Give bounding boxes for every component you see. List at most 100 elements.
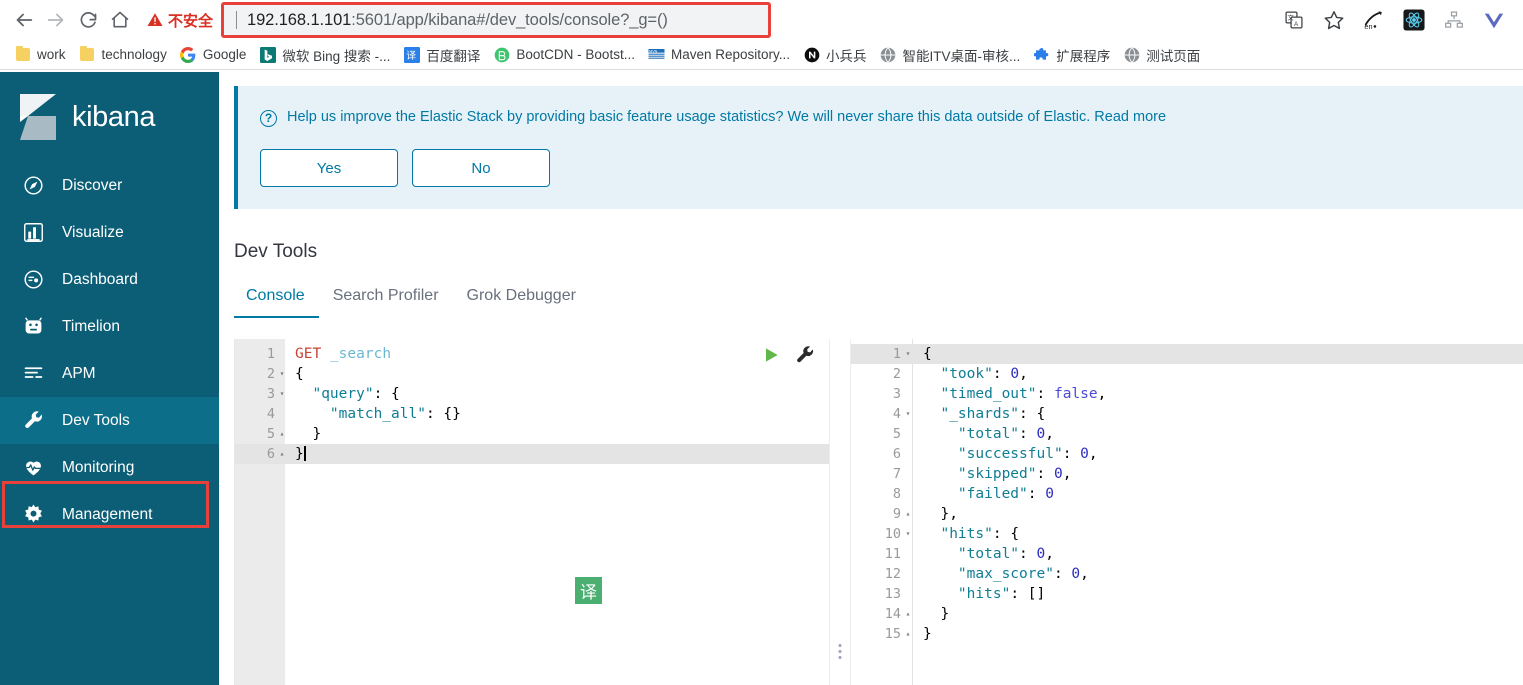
- sidebar-item-dev-tools[interactable]: Dev Tools: [0, 397, 219, 444]
- fold-marker[interactable]: ▾: [903, 524, 913, 544]
- editor-line[interactable]: 2 ▾ {: [235, 364, 829, 384]
- tab-grok-debugger[interactable]: Grok Debugger: [453, 283, 590, 318]
- response-line[interactable]: 7 "skipped": 0,: [851, 464, 1523, 484]
- read-more-link[interactable]: Read more: [1094, 109, 1166, 125]
- response-line[interactable]: 12 "max_score": 0,: [851, 564, 1523, 584]
- translate-overlay-badge[interactable]: 译: [575, 577, 602, 604]
- vue-devtools-icon[interactable]: [1481, 7, 1507, 33]
- line-text: "_shards": {: [940, 406, 1046, 422]
- bookmark-google[interactable]: Google: [176, 44, 256, 65]
- line-text: }: [295, 426, 322, 442]
- browser-toolbar-icons: 文 A en: [1281, 7, 1515, 33]
- react-devtools-icon[interactable]: [1401, 7, 1427, 33]
- back-arrow-icon[interactable]: [8, 4, 40, 36]
- sitemap-extension-icon[interactable]: [1441, 7, 1467, 33]
- bookmark-itv-desktop[interactable]: 智能ITV桌面-审核...: [876, 43, 1030, 67]
- bookmark-bing[interactable]: 微软 Bing 搜索 -...: [255, 43, 399, 67]
- response-line[interactable]: 8 "failed": 0: [851, 484, 1523, 504]
- response-line[interactable]: 14 ▴ }: [851, 604, 1523, 624]
- url-path: :5601/app/kibana#/dev_tools/console?_g=(…: [351, 10, 668, 29]
- editor-line[interactable]: 3 ▾ "query": {: [235, 384, 829, 404]
- address-bar[interactable]: 192.168.1.101:5601/app/kibana#/dev_tools…: [224, 5, 769, 35]
- response-line-current[interactable]: 1 ▾ {: [851, 344, 1523, 364]
- line-text: {: [923, 346, 932, 362]
- bookmark-baidu-translate[interactable]: 译 百度翻译: [399, 43, 489, 67]
- security-status-chip[interactable]: 不安全: [142, 6, 217, 34]
- line-number: 4: [266, 406, 275, 422]
- fold-marker[interactable]: ▴: [903, 604, 913, 624]
- fold-marker[interactable]: ▴: [903, 504, 913, 524]
- heartbeat-icon: [22, 457, 44, 479]
- tab-search-profiler[interactable]: Search Profiler: [319, 283, 453, 318]
- splitter-grip-icon[interactable]: [838, 644, 842, 659]
- kibana-brand[interactable]: kibana: [0, 72, 219, 162]
- wrench-icon[interactable]: [795, 345, 815, 365]
- fold-marker[interactable]: ▴: [277, 444, 287, 464]
- response-line[interactable]: 3 "timed_out": false,: [851, 384, 1523, 404]
- editor-line[interactable]: 5 ▴ }: [235, 424, 829, 444]
- response-viewer-pane[interactable]: 1 ▾ { 2 "took": 0, 3 "timed_out": false,: [851, 339, 1523, 685]
- folder-icon: [14, 46, 31, 63]
- response-line[interactable]: 13 "hits": []: [851, 584, 1523, 604]
- fold-marker[interactable]: ▾: [903, 404, 913, 424]
- bookmark-maven-repository[interactable]: MVN Maven Repository...: [644, 44, 799, 65]
- bookmark-bootcdn[interactable]: BootCDN - Bootst...: [489, 44, 644, 65]
- telemetry-yes-button[interactable]: Yes: [260, 149, 398, 187]
- line-text: "hits": []: [957, 586, 1046, 602]
- immersive-reader-extension-icon[interactable]: en: [1361, 7, 1387, 33]
- pane-splitter[interactable]: [829, 339, 851, 685]
- response-line[interactable]: 11 "total": 0,: [851, 544, 1523, 564]
- address-bar-wrap[interactable]: 192.168.1.101:5601/app/kibana#/dev_tools…: [221, 2, 772, 38]
- console-area: 1 GET _search 2 ▾ { 3 ▾ "query": {4 "ma…: [219, 339, 1523, 685]
- timelion-icon: [22, 316, 44, 338]
- editor-line[interactable]: 4 "match_all": {}: [235, 404, 829, 424]
- bookmark-technology[interactable]: technology: [75, 44, 176, 65]
- response-line[interactable]: 4 ▾ "_shards": {: [851, 404, 1523, 424]
- sidebar-item-monitoring[interactable]: Monitoring: [0, 444, 219, 491]
- tab-console[interactable]: Console: [234, 283, 319, 318]
- callout-buttons: Yes No: [260, 149, 1523, 187]
- bookmark-label: 百度翻译: [426, 48, 481, 64]
- bookmark-star-icon[interactable]: [1321, 7, 1347, 33]
- sidebar-item-dashboard[interactable]: Dashboard: [0, 256, 219, 303]
- bookmark-test-page[interactable]: 测试页面: [1119, 43, 1209, 67]
- response-line[interactable]: 9 ▴ },: [851, 504, 1523, 524]
- bookmark-xiaobingbing[interactable]: 小兵兵: [799, 43, 876, 67]
- line-number: 9: [892, 506, 901, 522]
- request-editor-pane[interactable]: 1 GET _search 2 ▾ { 3 ▾ "query": {4 "ma…: [234, 339, 829, 685]
- line-text: }: [923, 626, 932, 642]
- sidebar-item-discover[interactable]: Discover: [0, 162, 219, 209]
- response-line[interactable]: 5 "total": 0,: [851, 424, 1523, 444]
- translate-icon[interactable]: 文 A: [1281, 7, 1307, 33]
- fold-marker[interactable]: ▾: [277, 384, 287, 404]
- sidebar-item-label: APM: [62, 364, 96, 382]
- response-line[interactable]: 10 ▾ "hits": {: [851, 524, 1523, 544]
- home-icon[interactable]: [104, 4, 136, 36]
- forward-arrow-icon[interactable]: [40, 4, 72, 36]
- sidebar-item-management[interactable]: Management: [0, 491, 219, 538]
- fold-marker[interactable]: ▴: [277, 424, 287, 444]
- reload-icon[interactable]: [72, 4, 104, 36]
- editor-line-current[interactable]: 6 ▴ }: [235, 444, 829, 464]
- response-line[interactable]: 2 "took": 0,: [851, 364, 1523, 384]
- sidebar-item-visualize[interactable]: Visualize: [0, 209, 219, 256]
- question-mark-icon: ?: [260, 110, 277, 127]
- line-number: 10: [884, 526, 901, 542]
- fold-marker[interactable]: ▾: [903, 344, 913, 364]
- fold-marker[interactable]: ▾: [277, 364, 287, 384]
- bookmark-extensions[interactable]: 扩展程序: [1029, 43, 1119, 67]
- response-line[interactable]: 15 ▴ }: [851, 624, 1523, 644]
- play-triangle-icon[interactable]: [761, 345, 781, 365]
- response-line[interactable]: 6 "successful": 0,: [851, 444, 1523, 464]
- sidebar-item-apm[interactable]: APM: [0, 350, 219, 397]
- browser-chrome: 不安全 192.168.1.101:5601/app/kibana#/dev_t…: [0, 0, 1523, 70]
- telemetry-no-button[interactable]: No: [412, 149, 550, 187]
- fold-marker[interactable]: ▴: [903, 624, 913, 644]
- bookmark-label: 微软 Bing 搜索 -...: [282, 48, 391, 64]
- bookmark-work[interactable]: work: [10, 44, 75, 65]
- sidebar-item-timelion[interactable]: Timelion: [0, 303, 219, 350]
- request-editor-code[interactable]: 1 GET _search 2 ▾ { 3 ▾ "query": {4 "ma…: [235, 339, 829, 685]
- folder-icon: [79, 46, 96, 63]
- editor-line[interactable]: 1 GET _search: [235, 344, 829, 364]
- svg-text:译: 译: [406, 50, 416, 62]
